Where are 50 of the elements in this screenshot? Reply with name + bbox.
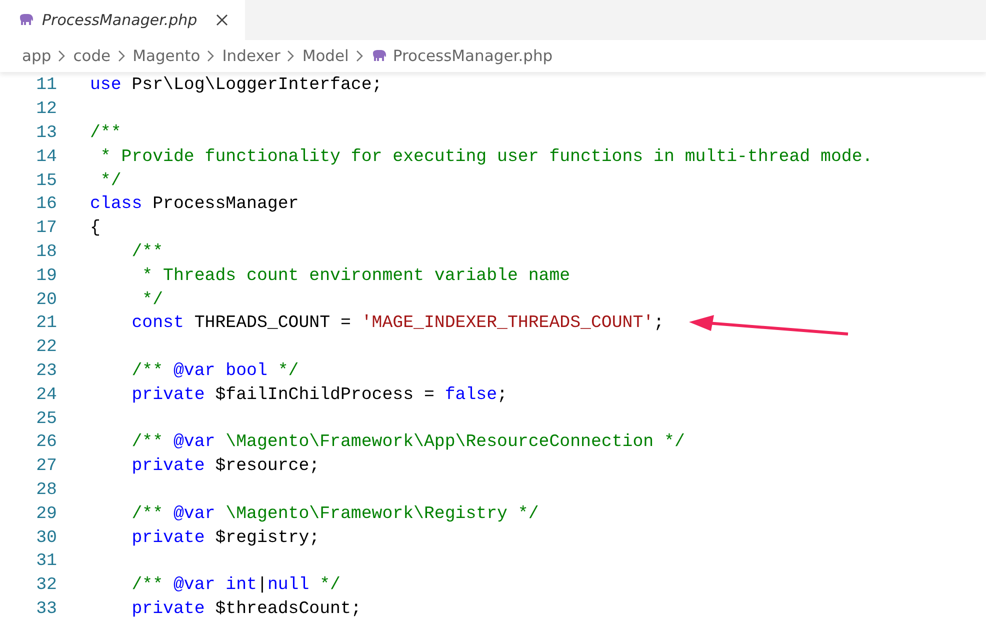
breadcrumb-item[interactable]: Model (302, 47, 349, 65)
line-number: 23 (35, 362, 57, 381)
line-number: 22 (35, 338, 57, 358)
breadcrumb-item[interactable]: Magento (132, 47, 200, 65)
line-number: 31 (35, 552, 57, 572)
code-line: class ProcessManager (90, 195, 299, 214)
code-line: * Threads count environment variable name (141, 266, 570, 286)
line-number: 30 (35, 528, 57, 548)
line-number: 12 (35, 100, 57, 120)
close-icon[interactable] (215, 13, 230, 27)
line-number: 16 (35, 195, 57, 214)
code-line: private $resource; (130, 457, 320, 476)
line-number: 15 (35, 172, 57, 191)
code-line: */ (141, 290, 164, 310)
line-number: 14 (35, 148, 57, 167)
breadcrumb-item[interactable]: app (22, 47, 52, 65)
breadcrumb-item[interactable]: Indexer (222, 47, 280, 65)
line-number: 28 (35, 480, 57, 500)
line-number: 26 (35, 433, 57, 452)
line-number: 11 (35, 76, 57, 96)
elephant-icon (370, 50, 387, 62)
line-number: 24 (35, 386, 57, 405)
code-line: private $failInChildProcess = false; (130, 386, 508, 405)
line-number: 32 (35, 576, 57, 596)
editor-tab[interactable]: ProcessManager.php (0, 0, 246, 40)
code-line: */ (99, 172, 122, 191)
line-number: 27 (35, 457, 57, 476)
code-line: /** (90, 124, 122, 143)
line-number: 25 (35, 410, 57, 429)
code-line: /** @var bool */ (130, 362, 299, 381)
line-number: 29 (35, 504, 57, 524)
line-number: 19 (35, 266, 57, 286)
line-number: 13 (35, 124, 57, 143)
code-line: /** @var \Magento\Framework\Registry */ (130, 504, 539, 524)
line-number: 20 (35, 290, 57, 310)
breadcrumb-item[interactable]: code (73, 47, 111, 65)
elephant-icon (18, 14, 34, 26)
line-number: 18 (35, 242, 57, 262)
line-number: 33 (35, 600, 57, 619)
code-line: const THREADS_COUNT = 'MAGE_INDEXER_THREADS_COUNT'; (130, 314, 664, 334)
code-line: /** @var \Magento\Framework\App\ResourceConnection */ (130, 433, 685, 452)
line-number: 17 (35, 219, 57, 238)
code-line: use Psr\Log\LoggerInterface; (90, 76, 382, 96)
code-line: * Provide functionality for executing user functions in multi-thread mode. (99, 148, 873, 167)
code-line: /** (130, 242, 164, 262)
code-line: /** @var int|null */ (130, 576, 340, 596)
line-number: 21 (35, 314, 57, 334)
code-line: private $threadsCount; (130, 600, 362, 619)
code-line: { (90, 219, 100, 238)
code-line: private $registry; (130, 528, 320, 548)
